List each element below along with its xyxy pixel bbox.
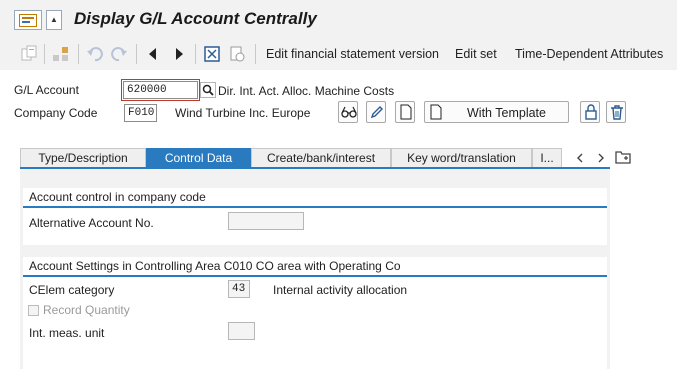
system-menu-button[interactable] xyxy=(14,10,42,30)
toolbar-separator xyxy=(255,44,256,64)
copy-icon[interactable] xyxy=(20,45,38,63)
alt-account-field[interactable] xyxy=(228,212,304,230)
tab-control-data[interactable]: Control Data xyxy=(146,148,251,168)
other-object-icon[interactable] xyxy=(228,45,246,63)
tab-list-icon[interactable] xyxy=(615,149,633,165)
gl-account-description: Dir. Int. Act. Alloc. Machine Costs xyxy=(218,84,395,98)
page-title: Display G/L Account Centrally xyxy=(74,9,317,28)
celem-category-field[interactable]: 43 xyxy=(228,280,250,298)
tab-scroll-right-icon[interactable] xyxy=(595,151,607,165)
screen-menu-icon xyxy=(19,14,37,27)
group-divider xyxy=(23,275,607,277)
toolbar-separator xyxy=(195,44,196,64)
with-template-button[interactable]: With Template xyxy=(424,101,569,123)
undo-icon[interactable] xyxy=(86,45,104,63)
group-divider xyxy=(23,206,607,208)
time-dependent-attributes-button[interactable]: Time-Dependent Attributes xyxy=(515,47,663,61)
edit-fs-version-button[interactable]: Edit financial statement version xyxy=(266,47,439,61)
application-toolbar: Edit financial statement version Edit se… xyxy=(0,38,677,70)
redo-icon[interactable] xyxy=(110,45,128,63)
int-meas-unit-label: Int. meas. unit xyxy=(29,326,105,340)
edit-button[interactable] xyxy=(366,101,386,123)
company-name: Wind Turbine Inc. Europe xyxy=(175,106,311,120)
tab-strip: Type/Description Control Data Create/ban… xyxy=(20,148,660,168)
previous-icon[interactable] xyxy=(144,45,162,63)
system-dropdown-arrow[interactable]: ▲ xyxy=(46,10,62,30)
template-document-icon xyxy=(430,104,442,120)
celem-category-label: CElem category xyxy=(29,283,115,297)
delete-icon[interactable] xyxy=(203,45,221,63)
hierarchy-icon[interactable] xyxy=(52,45,70,63)
toolbar-separator xyxy=(78,44,79,64)
next-icon[interactable] xyxy=(170,45,188,63)
co-settings-title: Account Settings in Controlling Area C01… xyxy=(29,259,401,273)
lock-icon xyxy=(585,104,597,120)
delete-account-button[interactable] xyxy=(606,101,626,123)
record-quantity-checkbox[interactable] xyxy=(28,305,39,316)
title-bar: ▲ Display G/L Account Centrally xyxy=(0,0,677,38)
company-code-field[interactable]: F010 xyxy=(124,104,157,122)
company-code-label: Company Code xyxy=(14,106,98,120)
gl-account-field[interactable]: 620000 xyxy=(123,81,198,99)
gl-account-label: G/L Account xyxy=(14,83,79,97)
tab-more[interactable]: I... xyxy=(532,148,562,168)
glasses-button[interactable] xyxy=(338,101,358,123)
new-document-icon xyxy=(400,104,412,120)
co-settings-group: Account Settings in Controlling Area C01… xyxy=(23,257,607,369)
lock-button[interactable] xyxy=(580,101,600,123)
tab-key-word-translation[interactable]: Key word/translation xyxy=(391,148,532,168)
tab-create-bank-interest[interactable]: Create/bank/interest xyxy=(251,148,391,168)
pencil-icon xyxy=(370,106,383,119)
account-control-title: Account control in company code xyxy=(29,190,206,204)
int-meas-unit-field[interactable] xyxy=(228,322,255,340)
account-control-group: Account control in company code Alternat… xyxy=(23,188,607,245)
toolbar-separator xyxy=(136,44,137,64)
create-button[interactable] xyxy=(395,101,415,123)
celem-category-text: Internal activity allocation xyxy=(273,283,408,297)
edit-set-button[interactable]: Edit set xyxy=(455,47,497,61)
control-data-panel: Account control in company code Alternat… xyxy=(20,169,610,369)
display-glasses-icon xyxy=(341,106,357,118)
trash-icon xyxy=(611,105,623,120)
tab-scroll-left-icon[interactable] xyxy=(574,151,586,165)
toolbar-separator xyxy=(44,44,45,64)
record-quantity-label: Record Quantity xyxy=(43,303,130,317)
tab-type-description[interactable]: Type/Description xyxy=(20,148,146,168)
alt-account-label: Alternative Account No. xyxy=(29,216,154,230)
with-template-label: With Template xyxy=(467,106,546,120)
search-icon[interactable] xyxy=(200,82,216,98)
